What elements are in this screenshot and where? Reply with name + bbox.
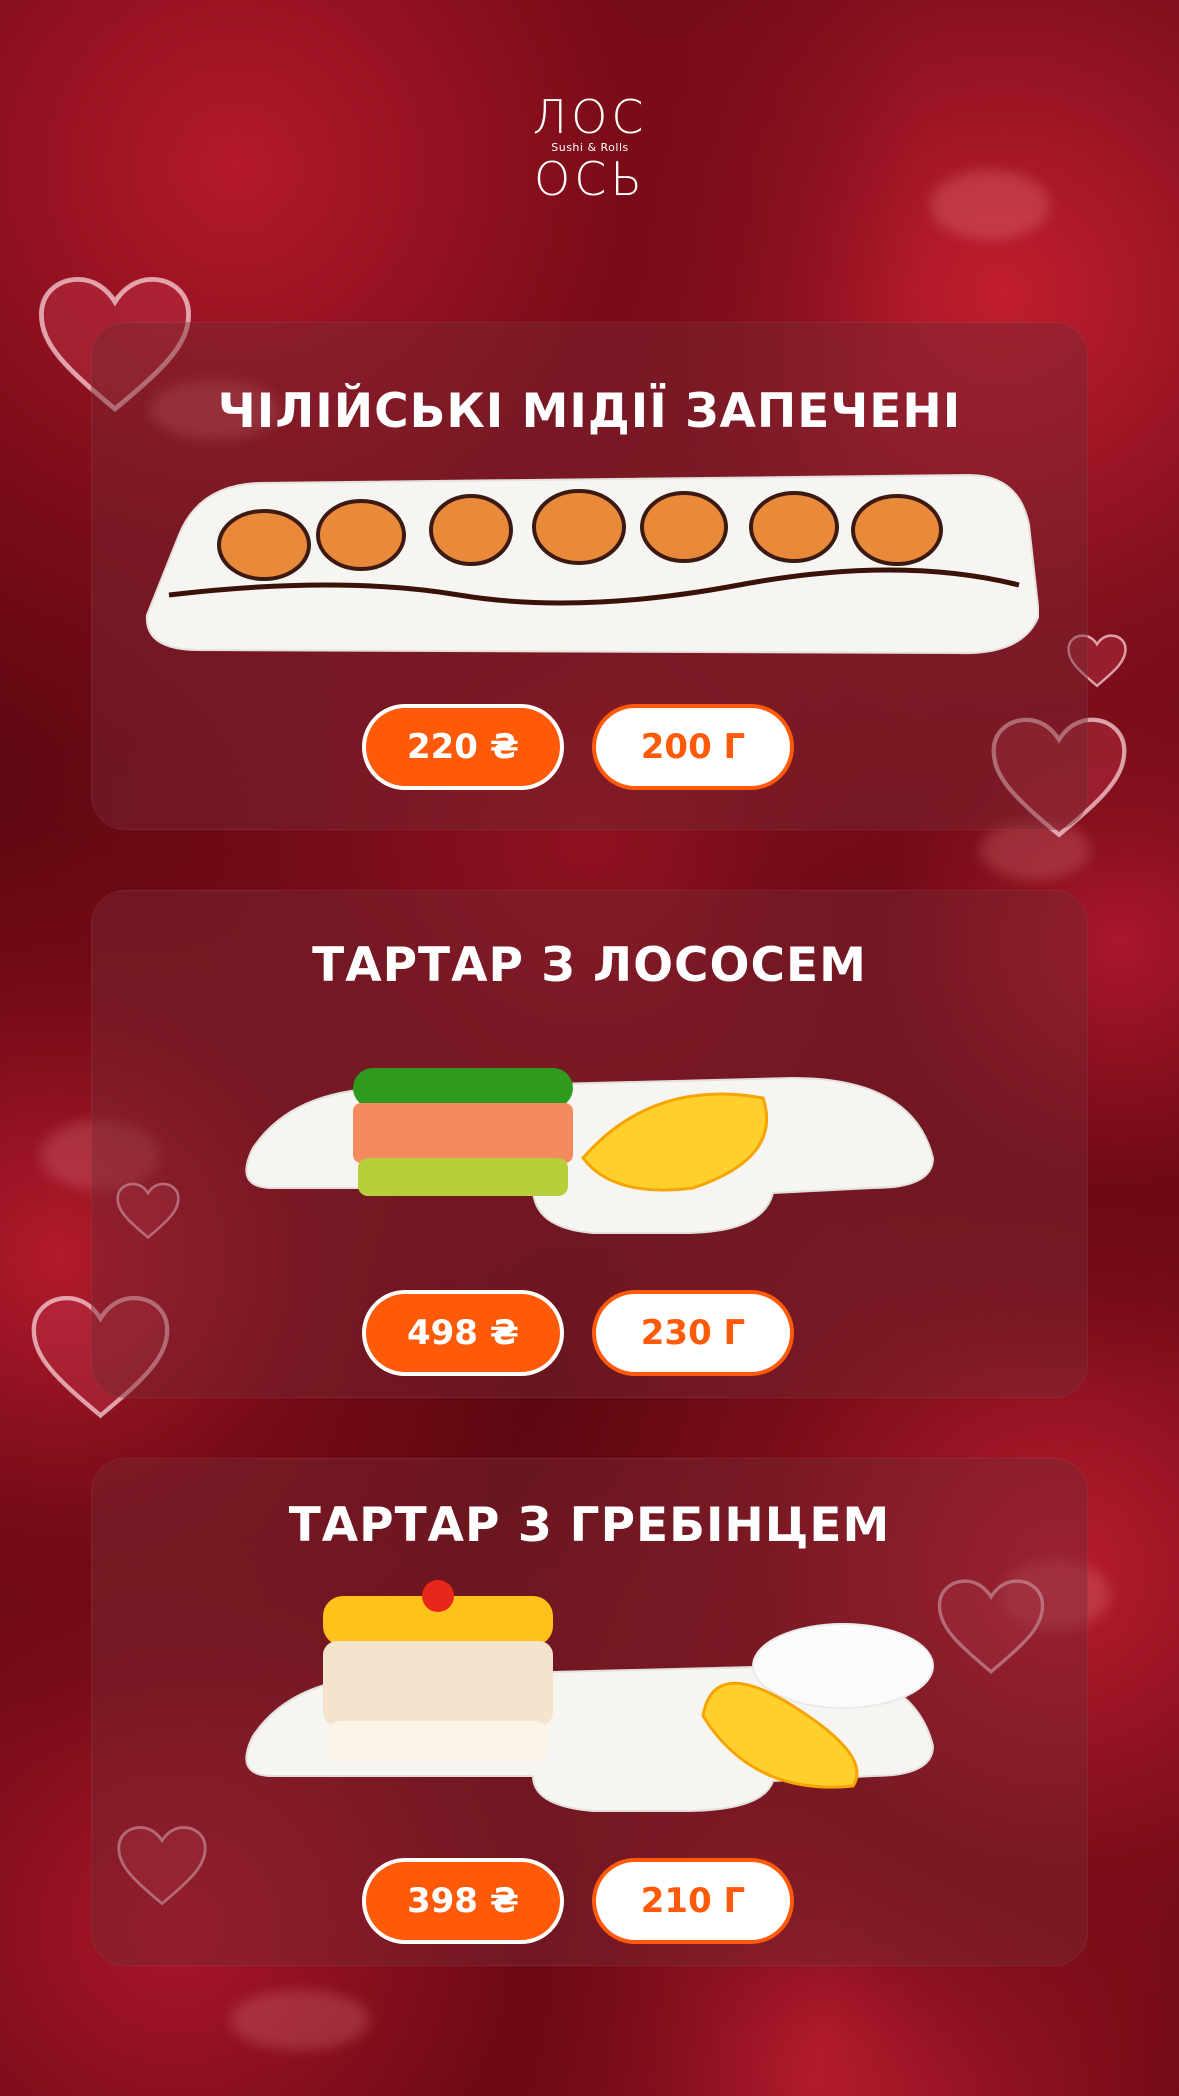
menu-card-mussels[interactable]: ЧІЛІЙСЬКІ МІДІЇ ЗАПЕЧЕНІ 220 ₴ 200 Г [91, 322, 1088, 830]
price-badge: 498 ₴ [362, 1290, 564, 1376]
weight-badge: 230 Г [592, 1290, 794, 1376]
dish-title: ТАРТАР З ЛОСОСЕМ [312, 938, 867, 993]
weight-badge: 210 Г [592, 1858, 794, 1944]
dish-image-baked-mussels [145, 473, 1039, 655]
dish-title: ТАРТАР З ГРЕБІНЦЕМ [288, 1498, 891, 1553]
menu-card-salmon-tartare[interactable]: ТАРТАР З ЛОСОСЕМ 498 ₴ 230 Г [91, 890, 1088, 1398]
price-badge: 398 ₴ [362, 1858, 564, 1944]
brand-logo: ЛОС Sushi & Rolls ОСЬ [520, 92, 660, 210]
logo-line-top: ЛОС [532, 90, 648, 144]
dish-image-scallop-tartare [245, 1580, 935, 1812]
price-badge: 220 ₴ [362, 704, 564, 790]
menu-card-scallop-tartare[interactable]: ТАРТАР З ГРЕБІНЦЕМ 398 ₴ 210 Г [91, 1458, 1088, 1966]
logo-line-bottom: ОСЬ [534, 152, 646, 206]
weight-badge: 200 Г [592, 704, 794, 790]
dish-image-salmon-tartare [245, 1068, 935, 1234]
dish-title: ЧІЛІЙСЬКІ МІДІЇ ЗАПЕЧЕНІ [217, 384, 962, 439]
